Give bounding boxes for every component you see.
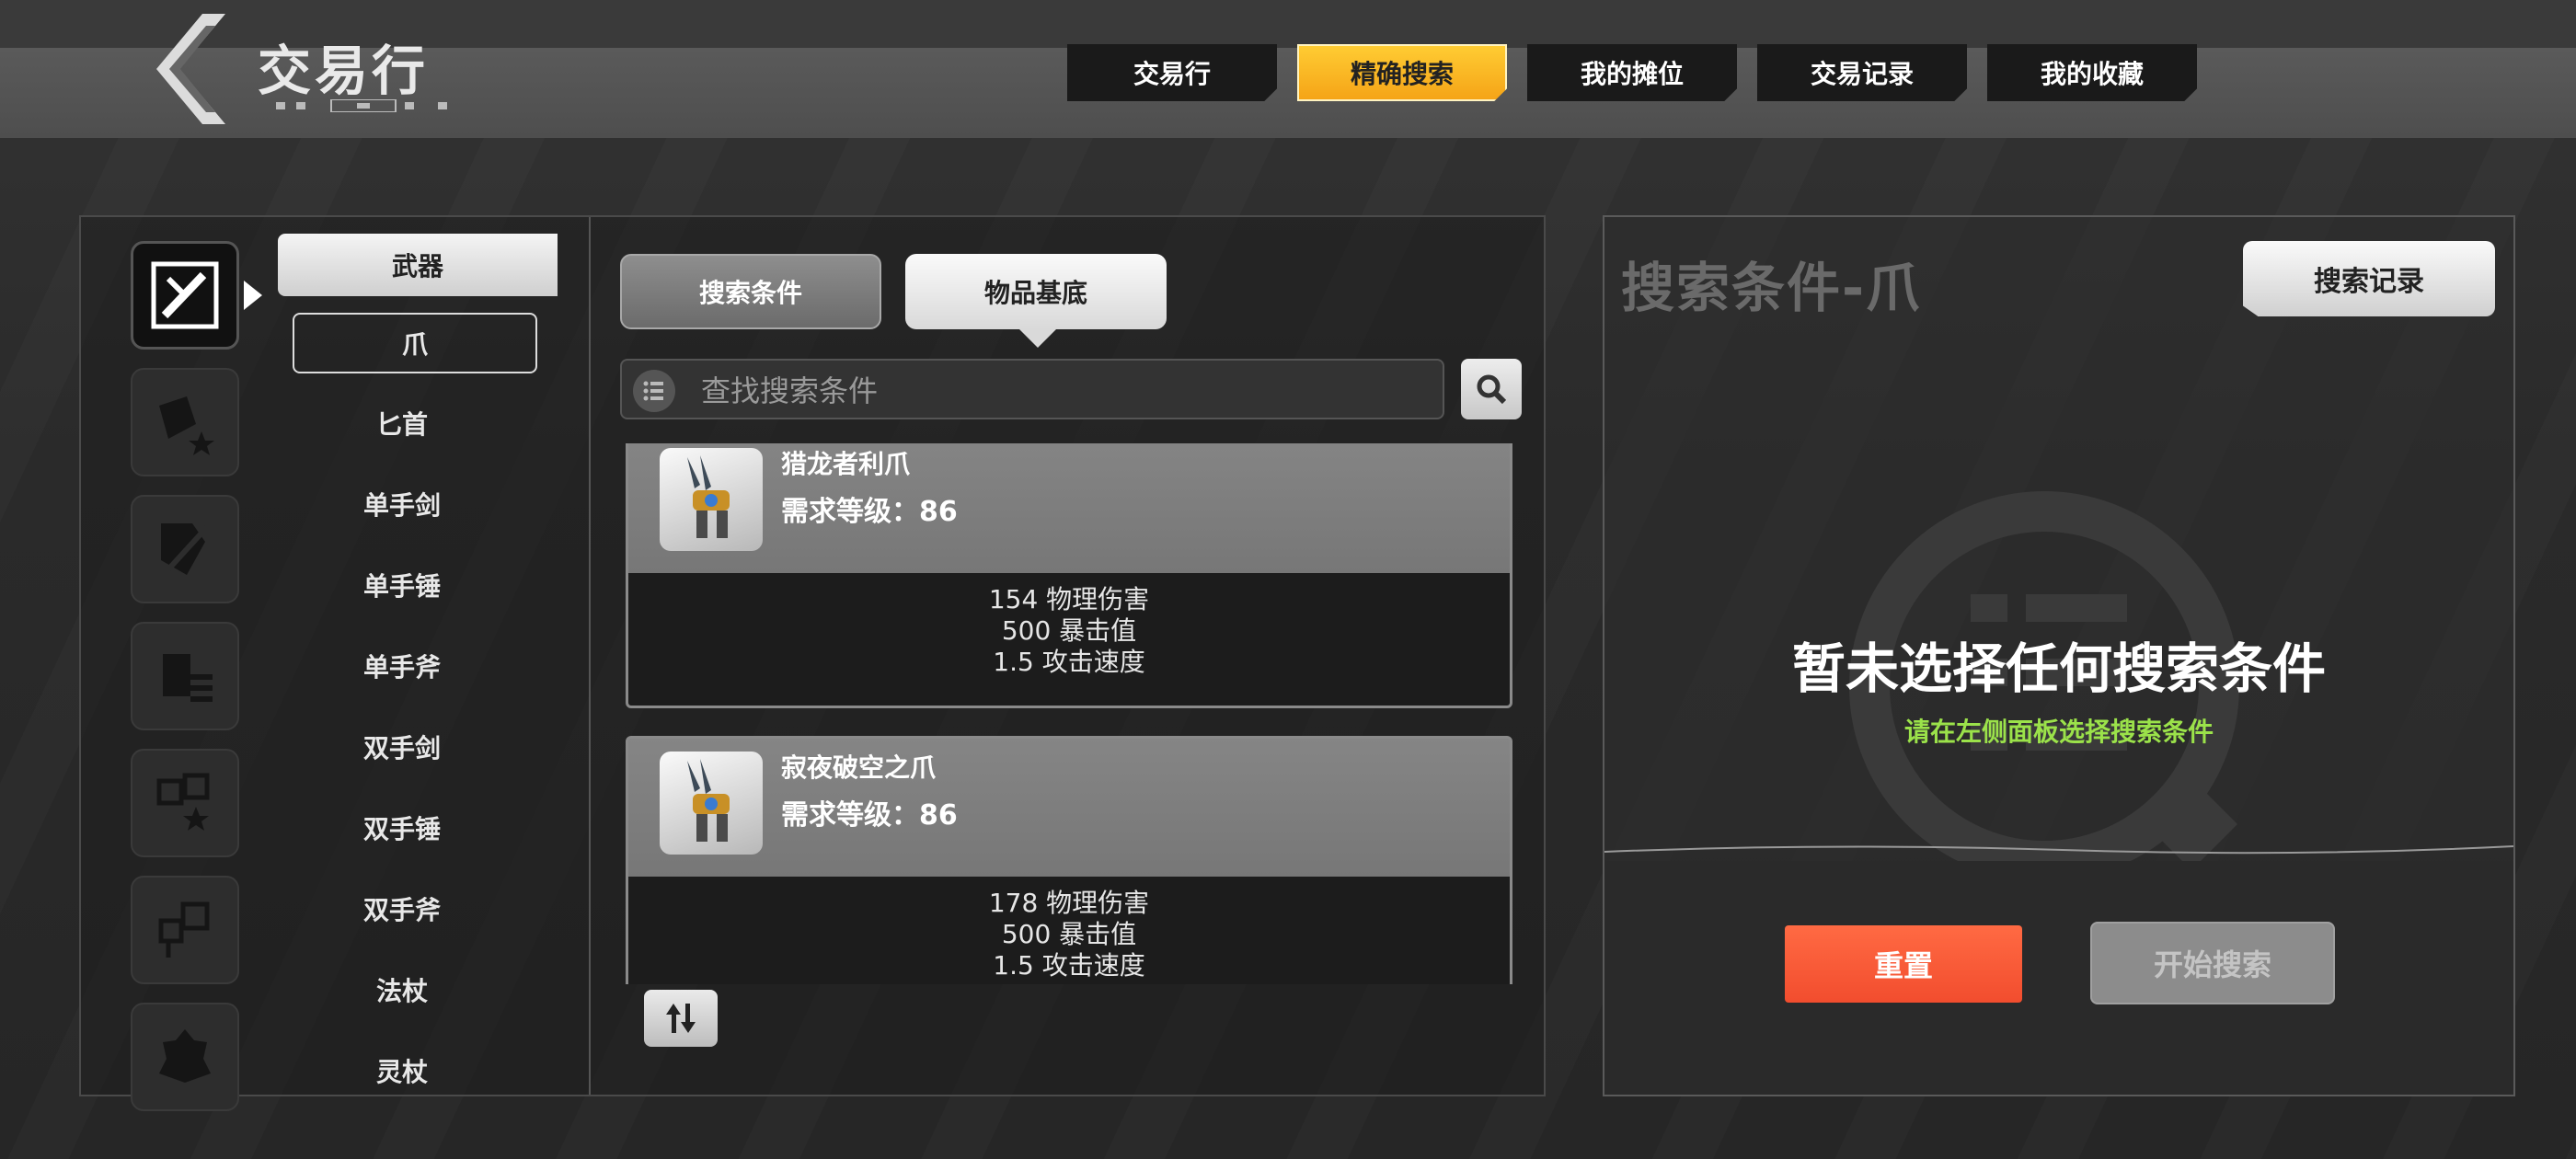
item-card[interactable]: 寂夜破空之爪 需求等级：86 178 物理伤害 500 暴击值 1.5 攻击速度	[626, 736, 1512, 984]
subcategory-item[interactable]: 双手锤	[278, 787, 526, 868]
tab-my-favorites[interactable]: 我的收藏	[1987, 44, 2197, 101]
item-stat: 500 暴击值	[1001, 919, 1137, 949]
subcategory-item[interactable]: 单手锤	[278, 545, 526, 625]
category-pet[interactable]	[131, 1003, 239, 1111]
search-input[interactable]	[699, 370, 1420, 412]
subcategory-list: 武器 爪 匕首 单手剑 单手锤 单手斧 双手剑 双手锤 双手斧 法杖 灵杖	[278, 234, 591, 1111]
trinket-icon	[159, 396, 214, 455]
empty-state-hint: 请在左侧面板选择搜索条件	[1903, 717, 2214, 747]
item-card-header: 猎龙者利爪 需求等级：86	[628, 443, 1510, 573]
claw-icon	[687, 455, 730, 538]
item-level: 需求等级：86	[781, 799, 958, 832]
category-gem[interactable]	[131, 749, 239, 857]
category-trinket[interactable]	[131, 368, 239, 476]
item-card-header: 寂夜破空之爪 需求等级：86	[628, 739, 1510, 877]
reset-button[interactable]: 重置	[1785, 925, 2022, 1003]
category-material[interactable]	[131, 876, 239, 984]
accessory-icon	[163, 654, 213, 702]
search-button[interactable]	[1461, 359, 1522, 419]
list-icon	[633, 370, 675, 412]
item-stat: 1.5 攻击速度	[993, 647, 1145, 677]
subcategory-item[interactable]: 匕首	[278, 383, 526, 464]
tab-trade-history[interactable]: 交易记录	[1757, 44, 1967, 101]
subcategory-item[interactable]: 双手剑	[278, 706, 526, 787]
condition-panel: 搜索条件-爪 搜索记录 暂未选择任何搜索条件 请在左侧面板选择搜索条件 重置 开…	[1603, 215, 2515, 1096]
search-icon	[1477, 374, 1507, 405]
subcategory-item[interactable]: 灵杖	[278, 1030, 526, 1111]
item-stat: 154 物理伤害	[988, 584, 1150, 614]
main-tabs: 交易行 精确搜索 我的摊位 交易记录 我的收藏	[1067, 44, 2197, 101]
search-panel: 武器 爪 匕首 单手剑 单手锤 单手斧 双手剑 双手锤 双手斧 法杖 灵杖 搜索…	[79, 215, 1546, 1111]
panel-footer	[1604, 861, 2513, 1095]
weapon-icon	[151, 261, 219, 329]
item-stat: 178 物理伤害	[988, 888, 1150, 918]
subcategory-item[interactable]: 双手斧	[278, 868, 526, 949]
back-button[interactable]	[138, 9, 239, 129]
sort-button[interactable]	[644, 990, 718, 1047]
subcategory-item[interactable]: 法杖	[278, 949, 526, 1030]
column-divider	[589, 217, 591, 1095]
subcategory-item[interactable]: 单手剑	[278, 464, 526, 545]
item-stats: 154 物理伤害 500 暴击值 1.5 攻击速度	[628, 573, 1510, 706]
panel-divider	[1604, 845, 2513, 855]
item-level: 需求等级：86	[781, 496, 958, 528]
tab-trading-house[interactable]: 交易行	[1067, 44, 1277, 101]
material-icon	[158, 901, 210, 958]
tab-my-stall[interactable]: 我的摊位	[1527, 44, 1737, 101]
subcategory-header[interactable]: 武器	[278, 234, 558, 296]
tab-item-base[interactable]: 物品基底	[905, 254, 1167, 348]
category-icon-column	[131, 241, 262, 1130]
sort-icon	[666, 1004, 696, 1033]
category-accessory[interactable]	[131, 622, 239, 730]
item-card[interactable]: 猎龙者利爪 需求等级：86 154 物理伤害 500 暴击值 1.5 攻击速度	[626, 443, 1512, 708]
gem-icon	[156, 773, 210, 831]
page-title: 交易行	[258, 40, 430, 102]
condition-panel-title: 搜索条件-爪	[1621, 257, 1922, 319]
empty-state-title: 暂未选择任何搜索条件	[1791, 637, 2326, 700]
title-decoration	[276, 99, 447, 112]
pet-icon	[159, 1029, 211, 1083]
chevron-left-icon	[156, 14, 225, 124]
top-bar: 交易行 交易行 精确搜索 我的摊位 交易记录 我的收藏	[0, 0, 2576, 138]
tab-search-conditions[interactable]: 搜索条件	[620, 254, 881, 329]
tab-precise-search[interactable]: 精确搜索	[1297, 44, 1507, 101]
item-stat: 500 暴击值	[1001, 615, 1137, 646]
item-list[interactable]: 猎龙者利爪 需求等级：86 154 物理伤害 500 暴击值 1.5 攻击速度	[626, 443, 1512, 984]
item-stats: 178 物理伤害 500 暴击值 1.5 攻击速度	[628, 877, 1510, 984]
search-field	[620, 359, 1444, 419]
category-armor[interactable]	[131, 495, 239, 603]
item-stat: 1.5 攻击速度	[993, 950, 1145, 981]
armor-icon	[161, 523, 210, 575]
item-thumbnail	[660, 448, 763, 551]
item-name: 猎龙者利爪	[781, 449, 911, 479]
claw-icon	[687, 759, 730, 842]
start-search-button[interactable]: 开始搜索	[2090, 922, 2335, 1004]
search-history-button[interactable]: 搜索记录	[2243, 241, 2495, 316]
item-thumbnail	[660, 752, 763, 855]
subcategory-item-claw[interactable]: 爪	[293, 313, 537, 373]
category-weapon[interactable]	[131, 241, 262, 350]
subcategory-item[interactable]: 单手斧	[278, 625, 526, 706]
item-name: 寂夜破空之爪	[781, 752, 937, 783]
